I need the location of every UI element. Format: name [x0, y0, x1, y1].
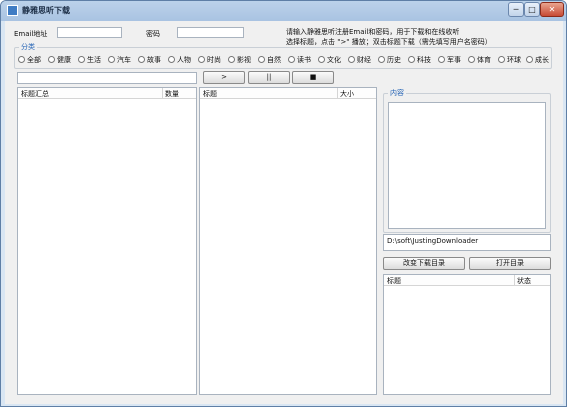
radio-nature[interactable]: 自然 — [258, 55, 281, 64]
maximize-button[interactable]: □ — [524, 2, 540, 17]
column-divider[interactable] — [337, 88, 338, 99]
play-button[interactable]: > — [203, 71, 245, 84]
summary-col-title[interactable]: 标题汇总 — [21, 89, 49, 99]
radio-people[interactable]: 人物 — [168, 55, 191, 64]
email-field[interactable] — [57, 27, 122, 38]
radio-label: 健康 — [57, 56, 71, 64]
radio-world[interactable]: 环球 — [498, 55, 521, 64]
radio-dot — [288, 56, 295, 63]
category-group: 分类 全部 健康 生活 汽车 故事 人物 时尚 影视 自然 读书 文化 财经 历… — [14, 42, 552, 69]
open-dir-button[interactable]: 打开目录 — [469, 257, 551, 270]
download-path-field[interactable]: D:\soft\JustingDownloader — [383, 234, 551, 251]
radio-dot — [318, 56, 325, 63]
radio-dot — [108, 56, 115, 63]
episode-list-header: 标题 大小 — [200, 88, 376, 99]
radio-all[interactable]: 全部 — [18, 55, 41, 64]
radio-dot — [258, 56, 265, 63]
radio-fashion[interactable]: 时尚 — [198, 55, 221, 64]
radio-label: 自然 — [267, 56, 281, 64]
radio-story[interactable]: 故事 — [138, 55, 161, 64]
hint-line-2: 选择标题，点击 ">" 播放；双击标题下载（需先填写用户名密码） — [286, 38, 492, 46]
radio-label: 财经 — [357, 56, 371, 64]
task-list-header: 标题 状态 — [384, 275, 550, 286]
radio-dot — [498, 56, 505, 63]
radio-label: 成长 — [535, 56, 549, 64]
client-area: Email地址 密码 请输入静雅思听注册Email和密码，用于下载和在线收听 选… — [5, 21, 563, 404]
email-label: Email地址 — [14, 30, 48, 38]
radio-dot — [168, 56, 175, 63]
summary-list-header: 标题汇总 数量 — [18, 88, 196, 99]
minimize-button[interactable]: ─ — [508, 2, 524, 17]
summary-list[interactable]: 标题汇总 数量 — [17, 87, 197, 395]
column-divider[interactable] — [162, 88, 163, 99]
window-title: 静雅思听下载 — [22, 6, 70, 15]
radio-reading[interactable]: 读书 — [288, 55, 311, 64]
radio-label: 文化 — [327, 56, 341, 64]
radio-growth[interactable]: 成长 — [526, 55, 549, 64]
radio-dot — [48, 56, 55, 63]
task-col-title[interactable]: 标题 — [387, 276, 401, 286]
radio-dot — [138, 56, 145, 63]
episode-list[interactable]: 标题 大小 — [199, 87, 377, 395]
radio-dot — [468, 56, 475, 63]
radio-finance[interactable]: 财经 — [348, 55, 371, 64]
radio-label: 科技 — [417, 56, 431, 64]
summary-col-count[interactable]: 数量 — [165, 89, 179, 99]
radio-label: 人物 — [177, 56, 191, 64]
radio-history[interactable]: 历史 — [378, 55, 401, 64]
column-divider[interactable] — [514, 275, 515, 286]
title-bar: 静雅思听下载 ─ □ ✕ — [1, 1, 566, 21]
radio-auto[interactable]: 汽车 — [108, 55, 131, 64]
radio-dot — [438, 56, 445, 63]
task-list[interactable]: 标题 状态 — [383, 274, 551, 395]
content-text-area[interactable] — [388, 102, 546, 229]
close-button[interactable]: ✕ — [540, 2, 564, 17]
episode-col-title[interactable]: 标题 — [203, 89, 217, 99]
hint-line-1: 请输入静雅思听注册Email和密码，用于下载和在线收听 — [286, 28, 460, 36]
radio-label: 全部 — [27, 56, 41, 64]
radio-dot — [348, 56, 355, 63]
radio-dot — [198, 56, 205, 63]
radio-culture[interactable]: 文化 — [318, 55, 341, 64]
radio-label: 生活 — [87, 56, 101, 64]
radio-dot — [526, 56, 533, 63]
change-download-dir-button[interactable]: 改变下载目录 — [383, 257, 465, 270]
radio-dot — [228, 56, 235, 63]
radio-label: 汽车 — [117, 56, 131, 64]
radio-dot — [408, 56, 415, 63]
radio-label: 环球 — [507, 56, 521, 64]
radio-health[interactable]: 健康 — [48, 55, 71, 64]
radio-label: 故事 — [147, 56, 161, 64]
category-group-label: 分类 — [19, 42, 37, 52]
stop-button[interactable]: ■ — [292, 71, 334, 84]
radio-label: 军事 — [447, 56, 461, 64]
pause-button[interactable]: || — [248, 71, 290, 84]
radio-dot — [78, 56, 85, 63]
radio-life[interactable]: 生活 — [78, 55, 101, 64]
app-icon — [7, 5, 18, 16]
task-col-status[interactable]: 状态 — [517, 276, 531, 286]
search-input[interactable] — [17, 72, 197, 84]
password-label: 密码 — [146, 30, 160, 38]
radio-tech[interactable]: 科技 — [408, 55, 431, 64]
radio-film[interactable]: 影视 — [228, 55, 251, 64]
password-field[interactable] — [177, 27, 244, 38]
content-group-label: 内容 — [388, 88, 406, 98]
radio-label: 影视 — [237, 56, 251, 64]
radio-label: 读书 — [297, 56, 311, 64]
radio-dot — [378, 56, 385, 63]
content-group: 内容 — [383, 88, 551, 233]
app-window: 静雅思听下载 ─ □ ✕ Email地址 密码 请输入静雅思听注册Email和密… — [0, 0, 567, 407]
radio-label: 体育 — [477, 56, 491, 64]
radio-dot — [18, 56, 25, 63]
radio-sports[interactable]: 体育 — [468, 55, 491, 64]
radio-label: 时尚 — [207, 56, 221, 64]
radio-military[interactable]: 军事 — [438, 55, 461, 64]
radio-label: 历史 — [387, 56, 401, 64]
episode-col-size[interactable]: 大小 — [340, 89, 354, 99]
